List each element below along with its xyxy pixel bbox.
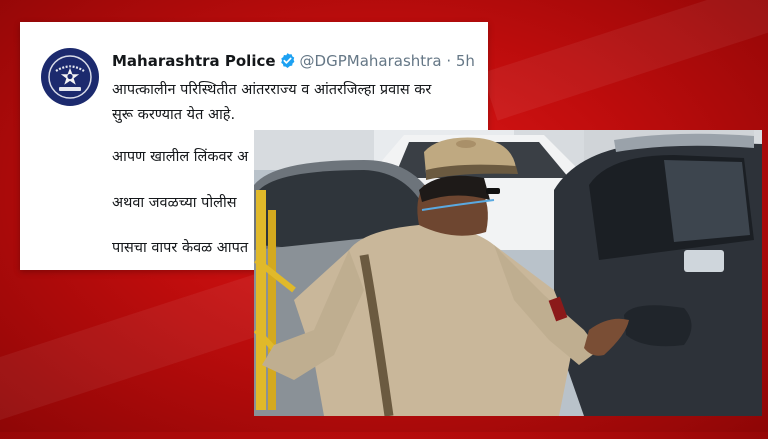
account-avatar[interactable]: [41, 48, 99, 106]
meta-separator: ·: [446, 52, 452, 70]
background-stripe: [482, 0, 768, 121]
tweet-text-line: आपण खालील लिंकवर अ: [112, 149, 249, 165]
tweet-text-line: आपत्कालीन परिस्थितीत आंतरराज्य व आंतरजिल…: [112, 82, 432, 98]
tweet-text-line: सुरू करण्यात येत आहे.: [112, 107, 236, 123]
photo-illustration: [254, 130, 762, 416]
police-badge-icon: [48, 55, 92, 99]
tweet-text-line: अथवा जवळच्या पोलीस: [112, 195, 237, 211]
verified-badge-icon: [279, 52, 296, 73]
police-checking-cars-photo: [254, 130, 762, 416]
tweet-header: Maharashtra Police @DGPMaharashtra · 5h: [112, 52, 475, 73]
tweet-timestamp[interactable]: 5h: [456, 52, 475, 70]
account-handle[interactable]: @DGPMaharashtra: [300, 52, 442, 70]
tweet-text-line: पासचा वापर केवळ आपत: [112, 240, 249, 256]
account-name[interactable]: Maharashtra Police: [112, 52, 276, 70]
